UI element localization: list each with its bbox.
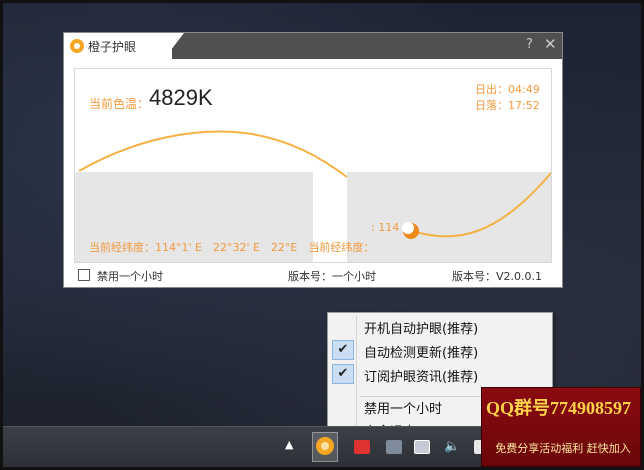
menu-item-label: 开机自动护眼(推荐) [364,322,479,337]
orange-eye-care-tray-icon[interactable] [316,437,334,455]
speaker-tray-icon[interactable]: 🔈 [444,440,460,454]
qq-tray-icon[interactable] [354,440,370,454]
night-shade-right [347,172,551,262]
menu-item-label: 自动检测更新(推荐) [364,346,479,361]
disable-hour-checkbox[interactable] [78,269,90,281]
app-title: 橙子护眼 [88,40,137,54]
menu-item-auto-update[interactable]: ✔ 自动检测更新(推荐) [330,339,550,361]
current-temp-label: 当前色温： [89,97,150,111]
ad-subtitle: 免费分享活动福利 赶快加入 [495,442,631,455]
sunrise-time: 日出：04:49 [475,83,540,96]
menu-item-label: 订阅护眼资讯(推荐) [364,370,479,385]
menu-item-subscribe[interactable]: ✔ 订阅护眼资讯(推荐) [330,363,550,385]
sunset-time: 日落：17:52 [475,99,540,112]
checkmark-icon: ✔ [332,364,354,384]
color-temperature-panel: 当前色温： 4829K 日出：04:49 日落：17:52 : 114 当前经纬… [74,68,552,263]
menu-item-autostart[interactable]: 开机自动护眼(推荐) [330,315,550,337]
disable-hour-label[interactable]: 禁用一个小时 [97,268,163,284]
ad-title: QQ群号774908597 [486,398,632,418]
eye-care-app-window: 橙子护眼 ? ✕ 当前色温： 4829K 日出：04:49 日落：17:52 :… [63,32,563,288]
show-hidden-icons-arrow-icon[interactable]: ▲ [285,438,293,451]
title-tab: 橙子护眼 [64,33,172,59]
menu-item-label: 禁用一个小时 [364,402,443,417]
current-temp-value: 4829K [149,85,213,110]
title-tab-slope [164,33,184,59]
help-icon[interactable]: ? [526,37,533,52]
daylight-curve [78,130,348,178]
orange-logo-icon [70,39,84,53]
marker-label: : 114 [371,221,400,234]
curve-gap [313,172,347,244]
version-text: 版本号：V2.0.0.1 [452,270,543,283]
network-tray-icon[interactable] [386,440,402,454]
checkmark-icon: ✔ [332,340,354,360]
close-icon[interactable]: ✕ [544,35,557,53]
title-bar[interactable]: 橙子护眼 ? ✕ [64,33,562,59]
coordinates-text: 当前经纬度：114°1' E 22°32' E 22°E 当前经纬度： [89,241,375,254]
display-tray-icon[interactable] [414,440,430,454]
qq-group-ad-banner[interactable]: QQ群号774908597 免费分享活动福利 赶快加入 [481,387,641,467]
version-mid-text: 版本号：一个小时 [288,270,376,283]
